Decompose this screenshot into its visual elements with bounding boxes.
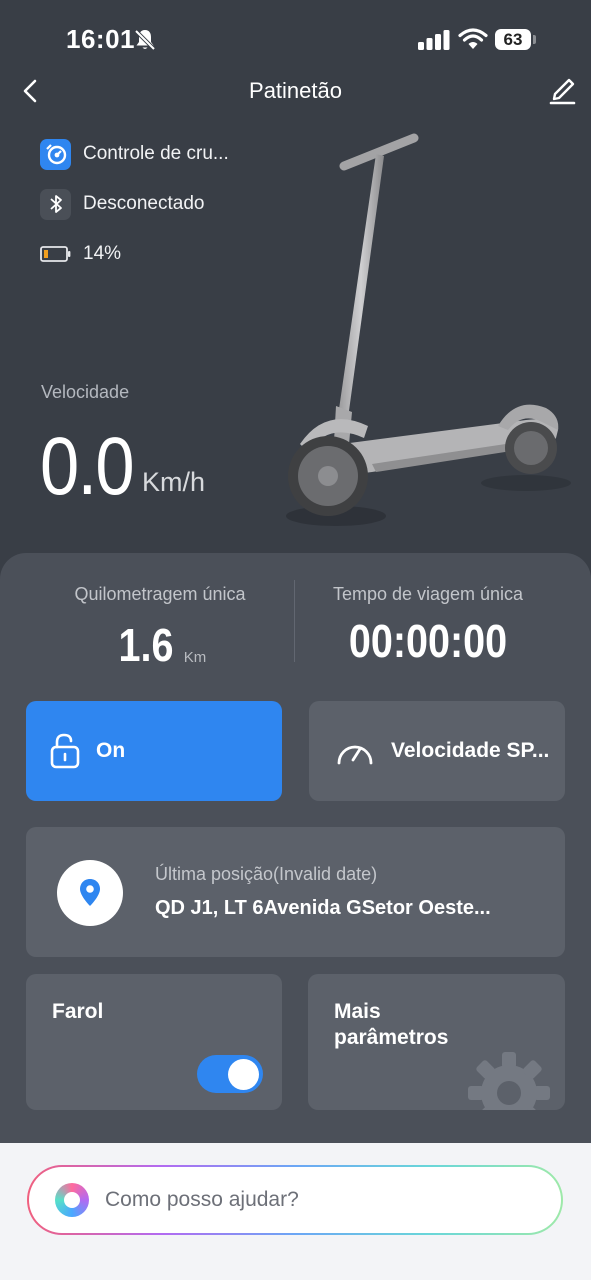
trip-time-label: Tempo de viagem única [332, 584, 524, 604]
bluetooth-status: Desconectado [83, 193, 205, 214]
stats-divider [294, 580, 295, 662]
cruise-control-label: Controle de cru... [83, 143, 229, 164]
assistant-input[interactable]: Como posso ajudar? [29, 1167, 561, 1233]
more-parameters-button[interactable]: Mais parâmetros [308, 974, 565, 1110]
speed-mode-button[interactable]: Velocidade SP... [309, 701, 565, 801]
location-title: Última posição(Invalid date) [155, 864, 378, 884]
scooter-image [286, 133, 571, 526]
location-address: QD J1, LT 6Avenida GSetor Oeste... [155, 897, 491, 919]
last-location-card[interactable]: Última posição(Invalid date) QD J1, LT 6… [26, 827, 565, 957]
speed-mode-label: Velocidade SP... [391, 739, 550, 762]
trip-time-value: 00:00:00 [348, 615, 508, 667]
speed-label: Velocidade [41, 382, 130, 402]
assistant-input-border: Como posso ajudar? [27, 1165, 563, 1235]
location-pin-icon [57, 860, 123, 926]
mileage-unit: Km [183, 649, 207, 666]
assistant-placeholder: Como posso ajudar? [105, 1188, 299, 1211]
low-battery-icon [40, 239, 71, 270]
signal-icon [418, 30, 450, 50]
mileage-value: 1.6 [118, 619, 174, 671]
unlock-icon [50, 733, 80, 769]
headlight-label: Farol [52, 1000, 104, 1023]
wifi-icon [458, 28, 488, 49]
battery-percent: 63 [495, 29, 531, 50]
more-params-line2: parâmetros [334, 1026, 449, 1049]
cruise-control-row[interactable]: Controle de cru... [40, 137, 229, 171]
bluetooth-row[interactable]: Desconectado [40, 187, 204, 221]
page-title: Patinetão [249, 78, 342, 103]
bell-off-icon [134, 29, 156, 51]
speed-value: 0.0 [40, 421, 135, 512]
lock-status-label: On [96, 739, 126, 762]
battery-level: 14% [83, 243, 122, 264]
bluetooth-icon [40, 188, 71, 220]
headlight-toggle-knob [228, 1059, 259, 1090]
assistant-logo-icon [55, 1183, 89, 1217]
lock-button[interactable]: On [26, 701, 282, 801]
speedometer-icon [337, 745, 373, 765]
battery-row: 14% [40, 237, 121, 271]
speed-unit: Km/h [142, 467, 206, 497]
more-params-line1: Mais [334, 1000, 381, 1023]
edit-icon[interactable] [546, 76, 578, 106]
cruise-control-icon [40, 138, 71, 170]
gear-icon [468, 1052, 550, 1110]
battery-icon [533, 35, 536, 44]
mileage-label: Quilometragem única [74, 584, 246, 604]
mileage-value-group: 1.6 Km [40, 618, 280, 672]
status-time: 16:01 [66, 24, 135, 54]
